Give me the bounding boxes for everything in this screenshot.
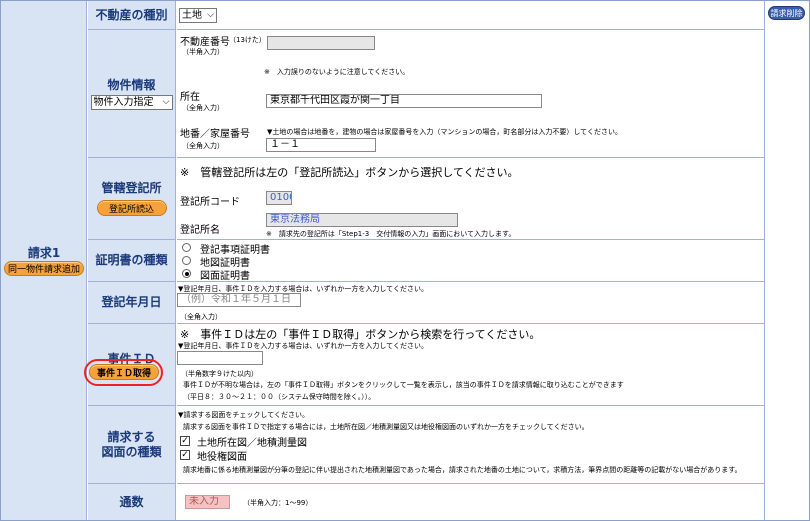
registration-date-input[interactable]: （例）令和１年５月１日 [177, 293, 301, 307]
lot-hint: （全角入力） [182, 142, 224, 150]
realty-no-label: 不動産番号 [180, 37, 230, 48]
case-id-content: ※ 事件ＩＤは左の「事件ＩＤ取得」ボタンから検索を行ってください。 ▼登記年月日… [177, 324, 764, 406]
certificate-radio-0[interactable] [182, 243, 191, 252]
request-column: 請求1 同一物件請求追加 [1, 1, 87, 520]
chevron-down-icon: ⌵ [162, 96, 170, 107]
case-id-info-1: 事件ＩＤが不明な場合は，左の「事件ＩＤ取得」ボタンをクリックして一覧を表示し，該… [183, 381, 624, 389]
lot-input[interactable]: １－１ [266, 138, 376, 152]
case-id-info-2: （平日８：３０～２１：００（システム保守時間を除く。））。 [183, 393, 376, 401]
drawings-label-cell: 請求する 図面の種類 [88, 406, 176, 484]
drawings-checkbox-0[interactable]: ✓ [180, 436, 190, 446]
certificate-radio-1[interactable] [182, 256, 191, 265]
drawings-label-line2: 図面の種類 [101, 444, 162, 459]
registry-note: ※ 管轄登記所は左の「登記所読込」ボタンから選択してください。 [180, 166, 519, 179]
registration-date-label-cell: 登記年月日 [88, 282, 176, 324]
property-type-label: 不動産の種別 [95, 7, 168, 22]
property-type-content: 土地 ⌵ [177, 1, 764, 30]
drawings-label-line1: 請求する [107, 429, 156, 444]
right-column [764, 1, 809, 520]
case-id-input[interactable] [177, 351, 263, 365]
realty-no-hint: （半角入力） [182, 48, 224, 56]
realty-no-note: ※ 入力誤りのないように注意してください。 [264, 68, 410, 76]
case-id-note: ※ 事件ＩＤは左の「事件ＩＤ取得」ボタンから検索を行ってください。 [180, 328, 541, 341]
lot-label: 地番／家屋番号 [180, 129, 250, 140]
input-method-select[interactable]: 物件入力指定 ⌵ [90, 94, 173, 110]
realty-no-digits: （13けた） [229, 36, 266, 44]
registry-code-label: 登記所コード [180, 197, 240, 208]
registration-date-content: ▼登記年月日、事件ＩＤを入力する場合は、いずれか一方を入力してください。 （例）… [177, 282, 764, 324]
case-id-sub-note: ▼登記年月日、事件ＩＤを入力する場合は、いずれか一方を入力してください。 [178, 342, 428, 350]
drawings-footer: 請求地番に係る地積測量図が分筆の登記に伴い提出された地積測量図であった場合，請求… [183, 466, 742, 474]
registry-name-note: ※ 請求先の登記所は「Step1-3 交付情報の入力」画面において入力します。 [266, 230, 516, 238]
property-type-label-cell: 不動産の種別 [88, 1, 176, 30]
delete-request-button[interactable]: 請求削除 [768, 6, 805, 20]
copies-label: 通数 [119, 494, 144, 509]
drawings-option-0: 土地所在図／地積測量図 [197, 438, 307, 449]
add-same-property-button[interactable]: 同一物件請求追加 [4, 261, 84, 276]
registration-date-label: 登記年月日 [101, 295, 162, 309]
drawings-note-1: ▼請求する図面をチェックしてください。 [178, 411, 309, 419]
drawings-checkbox-1[interactable]: ✓ [180, 450, 190, 460]
certificate-label: 証明書の種類 [95, 253, 168, 267]
lot-note: ▼土地の場合は地番を，建物の場合は家屋番号を入力（マンションの場合，町名部分は入… [267, 128, 622, 136]
property-info-label-cell: 物件情報 物件入力指定 ⌵ [88, 30, 176, 158]
registry-label-cell: 管轄登記所 登記所読込 [88, 158, 176, 240]
registry-name-input[interactable]: 東京法務局 [266, 213, 458, 227]
property-info-label: 物件情報 [107, 77, 156, 92]
highlight-ring [84, 359, 163, 386]
copies-label-cell: 通数 [88, 484, 176, 520]
property-type-select[interactable]: 土地 ⌵ [179, 8, 217, 23]
certificate-radio-2[interactable] [182, 269, 191, 278]
case-id-hint: （半角数字９けた以内） [181, 370, 258, 378]
registry-label: 管轄登記所 [101, 181, 162, 195]
drawings-content: ▼請求する図面をチェックしてください。 請求する図面を事件ＩＤで指定する場合には… [177, 406, 764, 484]
location-label: 所在 [180, 92, 200, 103]
request-title: 請求1 [27, 246, 61, 260]
copies-content: 未入力 （半角入力：1～99） [177, 484, 764, 520]
registry-read-button[interactable]: 登記所読込 [96, 200, 167, 216]
certificate-content: 登記事項証明書 地図証明書 図面証明書 [177, 240, 764, 282]
copies-hint: （半角入力：1～99） [243, 499, 313, 507]
certificate-option-2: 図面証明書 [200, 271, 250, 282]
registration-date-hint: （全角入力） [180, 313, 222, 321]
chevron-down-icon: ⌵ [207, 10, 214, 20]
location-input[interactable]: 東京都千代田区霞が関一丁目 [266, 94, 542, 108]
certificate-label-cell: 証明書の種類 [88, 240, 176, 282]
drawings-note-2: 請求する図面を事件ＩＤで指定する場合には，土地所在図／地積測量図又は地役権図面の… [183, 423, 589, 431]
registry-name-label: 登記所名 [180, 225, 220, 236]
property-info-content: 不動産番号 （13けた） （半角入力） ※ 入力誤りのないように注意してください… [177, 30, 764, 158]
input-method-value: 物件入力指定 [93, 96, 154, 108]
registry-content: ※ 管轄登記所は左の「登記所読込」ボタンから選択してください。 登記所コード 0… [177, 158, 764, 240]
copies-input[interactable]: 未入力 [185, 495, 230, 509]
drawings-option-1: 地役権図面 [197, 452, 247, 463]
registry-code-input[interactable]: 0100 [266, 191, 292, 205]
property-type-value: 土地 [182, 10, 202, 21]
realty-no-input[interactable] [267, 36, 375, 50]
location-hint: （全角入力） [182, 104, 224, 112]
